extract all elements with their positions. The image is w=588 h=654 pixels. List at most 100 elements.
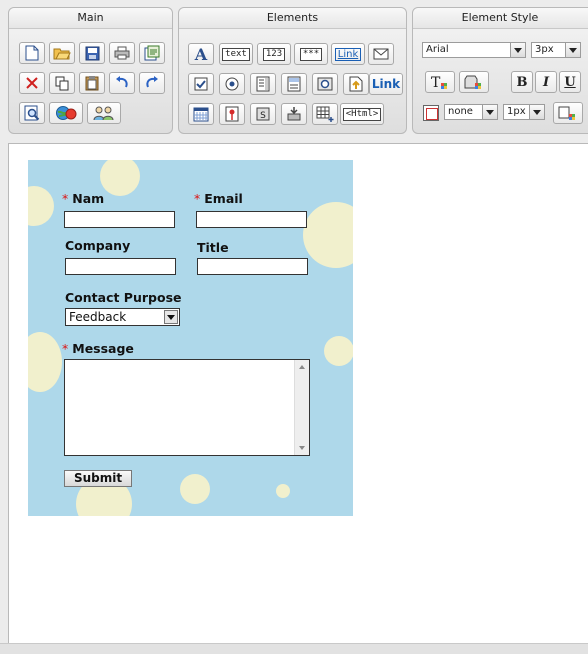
undo-icon xyxy=(116,76,128,88)
border-style-select[interactable]: none xyxy=(444,104,498,120)
contact-purpose-select[interactable]: Feedback xyxy=(65,308,180,326)
password-field-icon: *** xyxy=(299,47,323,61)
chevron-down-icon xyxy=(565,43,580,57)
number-field-icon: 123 xyxy=(262,47,286,61)
company-input[interactable] xyxy=(65,258,176,275)
border-palette-button[interactable] xyxy=(553,102,583,124)
required-marker: * xyxy=(62,191,69,206)
save-icon xyxy=(85,46,99,60)
textarea-scrollbar[interactable] xyxy=(294,360,309,455)
number-element-button[interactable]: 123 xyxy=(257,43,291,65)
chevron-down-icon xyxy=(529,105,544,119)
save-button[interactable] xyxy=(79,42,105,64)
name-input[interactable] xyxy=(64,211,175,228)
message-textarea[interactable] xyxy=(64,359,310,456)
background-bubble xyxy=(28,332,62,392)
table-element-button[interactable] xyxy=(312,103,338,125)
captcha-icon xyxy=(225,106,239,122)
hidden-element-button[interactable] xyxy=(281,103,307,125)
redo-button[interactable] xyxy=(139,72,165,94)
main-panel-title: Main xyxy=(9,8,172,29)
email-element-button[interactable] xyxy=(368,43,394,65)
email-label-text: Email xyxy=(204,191,243,206)
preview-icon xyxy=(24,105,40,121)
html-element-button[interactable]: <Html> xyxy=(340,103,384,125)
name-label-text: Nam xyxy=(72,191,105,206)
new-document-button[interactable] xyxy=(19,42,45,64)
main-panel: Main xyxy=(8,7,173,134)
captcha-element-button[interactable] xyxy=(219,103,245,125)
label-element-button[interactable]: A xyxy=(188,43,214,65)
background-bubble xyxy=(276,484,290,498)
background-bubble xyxy=(303,202,353,268)
font-size-select[interactable]: 3px xyxy=(531,42,581,58)
open-folder-button[interactable] xyxy=(49,42,75,64)
contact-form[interactable]: * Nam * Email Company Title Contact Purpos… xyxy=(28,160,353,516)
border-color-swatch[interactable] xyxy=(423,105,439,121)
dropdown-element-button[interactable] xyxy=(281,73,307,95)
chevron-down-icon xyxy=(164,310,178,324)
background-color-button[interactable] xyxy=(459,71,489,93)
element-style-panel-title: Element Style xyxy=(413,8,588,29)
svg-text:T: T xyxy=(431,75,441,90)
link-small-element-button[interactable]: Link xyxy=(331,43,365,65)
print-button[interactable] xyxy=(109,42,135,64)
link-element-button[interactable]: Link xyxy=(369,73,403,95)
checkbox-element-button[interactable] xyxy=(188,73,214,95)
publish-button[interactable] xyxy=(49,102,83,124)
elements-panel: Elements A text 123 *** Link Link S <Htm… xyxy=(178,7,407,134)
undo-button[interactable] xyxy=(109,72,135,94)
hidden-field-icon xyxy=(287,107,301,121)
svg-text:S: S xyxy=(260,111,266,121)
background-bubble xyxy=(180,474,210,504)
chevron-down-icon xyxy=(510,43,525,57)
chevron-down-icon xyxy=(482,105,497,119)
email-input[interactable] xyxy=(196,211,307,228)
bottom-scrollbar[interactable] xyxy=(0,643,588,654)
preview-button[interactable] xyxy=(19,102,45,124)
upload-icon xyxy=(349,76,363,92)
element-style-panel: Element Style Arial 3px T B I U none 1px xyxy=(412,7,588,134)
bold-icon: B xyxy=(516,74,528,90)
letter-a-icon: A xyxy=(194,44,208,64)
text-color-icon: T xyxy=(431,75,447,90)
upload-element-button[interactable] xyxy=(343,73,369,95)
checkbox-icon xyxy=(194,77,208,91)
password-element-button[interactable]: *** xyxy=(294,43,328,65)
delete-button[interactable] xyxy=(19,72,45,94)
email-label: * Email xyxy=(194,191,243,206)
submit-button[interactable]: Submit xyxy=(64,470,133,487)
paste-button[interactable] xyxy=(79,72,105,94)
font-size-value: 3px xyxy=(535,44,554,55)
required-marker: * xyxy=(194,191,201,206)
text-element-button[interactable]: text xyxy=(219,43,253,65)
radio-icon xyxy=(225,77,239,91)
title-input[interactable] xyxy=(197,258,308,275)
font-family-select[interactable]: Arial xyxy=(422,42,526,58)
italic-button[interactable]: I xyxy=(535,71,557,93)
export-button[interactable] xyxy=(139,42,165,64)
border-color-icon xyxy=(426,108,438,120)
background-bubble xyxy=(28,186,54,226)
name-label: * Nam xyxy=(62,191,104,206)
text-field-icon: text xyxy=(222,47,250,61)
contact-purpose-value: Feedback xyxy=(69,310,127,324)
text-color-button[interactable]: T xyxy=(425,71,455,93)
script-icon: S xyxy=(256,107,270,121)
radio-element-button[interactable] xyxy=(219,73,245,95)
paste-icon xyxy=(85,76,99,91)
script-element-button[interactable]: S xyxy=(250,103,276,125)
title-label: Title xyxy=(197,240,229,255)
font-family-value: Arial xyxy=(426,44,449,55)
image-element-button[interactable] xyxy=(312,73,338,95)
users-button[interactable] xyxy=(87,102,121,124)
scroll-up-icon xyxy=(299,365,305,369)
dropdown-icon xyxy=(287,76,301,92)
calendar-element-button[interactable] xyxy=(188,103,214,125)
listbox-element-button[interactable] xyxy=(250,73,276,95)
bold-button[interactable]: B xyxy=(511,71,533,93)
copy-button[interactable] xyxy=(49,72,75,94)
table-add-icon xyxy=(316,106,334,122)
border-width-select[interactable]: 1px xyxy=(503,104,545,120)
underline-button[interactable]: U xyxy=(559,71,581,93)
